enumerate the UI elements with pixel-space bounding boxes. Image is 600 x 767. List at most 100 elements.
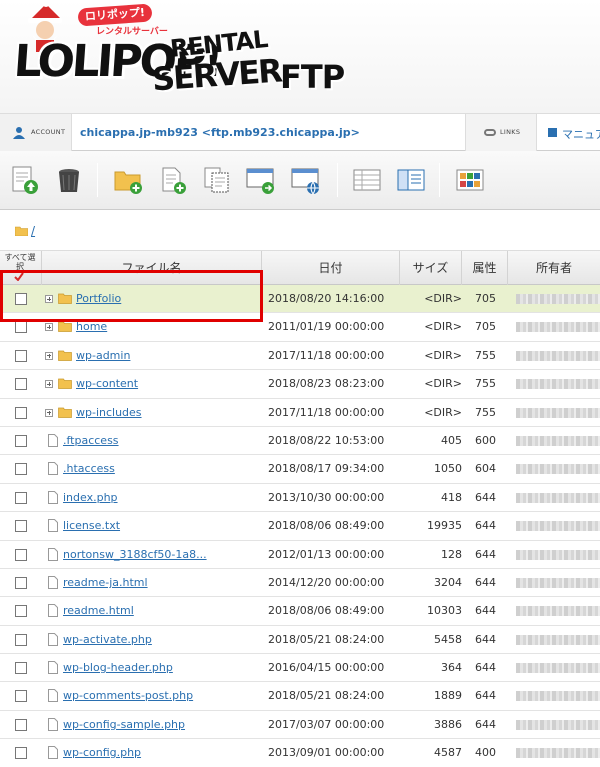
table-row[interactable]: .ftpaccess 2018/08/22 10:53:00 405 600 [0, 426, 600, 456]
file-name-link[interactable]: readme.html [63, 604, 134, 617]
file-name-link[interactable]: wp-config.php [63, 746, 141, 759]
table-row[interactable]: wp-config-sample.php 2017/03/07 00:00:00 3… [0, 710, 600, 740]
folder-icon [58, 378, 72, 390]
file-name-link[interactable]: index.php [63, 491, 118, 504]
file-name-link[interactable]: wp-content [76, 377, 138, 390]
file-name-link[interactable]: wp-config-sample.php [63, 718, 185, 731]
select-all-header[interactable]: すべて選択 [0, 251, 42, 285]
file-permission[interactable]: 644 [475, 633, 496, 646]
file-permission[interactable]: 755 [475, 406, 496, 419]
column-header-perm[interactable]: 属性 [462, 251, 508, 285]
column-header-name[interactable]: ファイル名 [42, 251, 262, 285]
move-icon[interactable] [246, 165, 276, 195]
table-row[interactable]: readme.html 2018/08/06 08:49:00 10303 644 [0, 597, 600, 626]
file-permission[interactable]: 705 [475, 320, 496, 333]
table-row[interactable]: wp-config.php 2013/09/01 00:00:00 4587 400 [0, 739, 600, 767]
account-button[interactable]: ACCOUNT [0, 114, 72, 151]
file-permission[interactable]: 644 [475, 519, 496, 532]
file-permission[interactable]: 400 [475, 746, 496, 759]
table-row[interactable]: wp-comments-post.php 2018/05/21 08:24:00 1… [0, 682, 600, 711]
table-row[interactable]: .htaccess 2018/08/17 09:34:00 1050 604 [0, 455, 600, 484]
expand-icon[interactable] [45, 295, 53, 303]
expand-icon[interactable] [45, 408, 53, 417]
account-label: ACCOUNT [31, 128, 66, 136]
file-name-link[interactable]: readme-ja.html [63, 576, 148, 589]
file-permission[interactable]: 644 [475, 661, 496, 674]
new-folder-icon[interactable] [113, 165, 143, 195]
table-row[interactable]: index.php 2013/10/30 00:00:00 418 644 [0, 483, 600, 513]
row-checkbox[interactable] [15, 633, 27, 646]
table-row[interactable]: readme-ja.html 2014/12/20 00:00:00 3204 644 [0, 568, 600, 598]
file-permission[interactable]: 644 [475, 548, 496, 561]
expand-icon[interactable] [45, 380, 53, 389]
file-date: 2013/10/30 00:00:00 [268, 490, 385, 504]
file-permission[interactable]: 644 [475, 491, 496, 504]
web-open-icon[interactable] [291, 165, 321, 195]
file-name-link[interactable]: wp-blog-header.php [63, 661, 173, 674]
column-header-size[interactable]: サイズ [400, 251, 462, 285]
row-checkbox[interactable] [15, 662, 27, 675]
row-checkbox[interactable] [15, 293, 27, 305]
file-permission[interactable]: 755 [475, 377, 496, 390]
file-name-link[interactable]: wp-comments-post.php [63, 689, 193, 702]
file-permission[interactable]: 644 [475, 689, 496, 702]
file-permission[interactable]: 644 [475, 718, 496, 731]
file-name-link[interactable]: .ftpaccess [63, 434, 119, 447]
row-checkbox[interactable] [15, 747, 27, 760]
trash-icon[interactable] [54, 165, 84, 195]
links-label: LINKS [500, 128, 521, 136]
row-checkbox[interactable] [15, 463, 27, 476]
row-checkbox[interactable] [15, 520, 27, 533]
new-file-icon[interactable] [158, 165, 188, 195]
file-name-link[interactable]: Portfolio [76, 292, 121, 305]
file-date: 2018/08/22 10:53:00 [268, 433, 385, 447]
links-button[interactable]: LINKS [465, 114, 537, 151]
expand-icon[interactable] [45, 323, 53, 332]
row-checkbox[interactable] [15, 406, 27, 419]
row-checkbox[interactable] [15, 548, 27, 561]
file-name-link[interactable]: license.txt [63, 519, 120, 532]
file-permission[interactable]: 604 [475, 462, 496, 475]
file-permission[interactable]: 644 [475, 604, 496, 617]
copy-icon[interactable] [202, 165, 232, 195]
file-name-link[interactable]: wp-includes [76, 406, 142, 419]
row-checkbox[interactable] [15, 491, 27, 504]
table-row[interactable]: wp-content 2018/08/23 08:23:00 <DIR> 755 [0, 370, 600, 399]
file-size: 418 [441, 490, 462, 504]
file-name-link[interactable]: home [76, 320, 107, 333]
table-row[interactable]: Portfolio 2018/08/20 14:16:00 <DIR> 705 [0, 285, 600, 314]
column-header-date[interactable]: 日付 [262, 251, 400, 285]
file-name-link[interactable]: wp-admin [76, 349, 130, 362]
list-view-icon[interactable] [352, 165, 382, 195]
row-checkbox[interactable] [15, 349, 27, 362]
row-checkbox[interactable] [15, 321, 27, 334]
split-view-icon[interactable] [396, 165, 426, 195]
upload-icon[interactable] [10, 165, 40, 195]
current-path-link[interactable]: / [31, 224, 35, 238]
file-name-link[interactable]: .htaccess [63, 462, 115, 475]
column-header-owner[interactable]: 所有者 [508, 251, 600, 285]
table-row[interactable]: license.txt 2018/08/06 08:49:00 19935 644 [0, 512, 600, 541]
expand-icon[interactable] [45, 351, 53, 360]
file-owner-redacted [516, 435, 600, 446]
row-checkbox[interactable] [15, 605, 27, 618]
table-row[interactable]: wp-admin 2017/11/18 00:00:00 <DIR> 755 [0, 341, 600, 371]
table-row[interactable]: nortonsw_3188cf50-1a8... 2012/01/13 00:00… [0, 540, 600, 569]
table-row[interactable]: wp-blog-header.php 2016/04/15 00:00:00 364… [0, 654, 600, 683]
table-row[interactable]: wp-includes 2017/11/18 00:00:00 <DIR> 755 [0, 398, 600, 427]
file-permission[interactable]: 705 [475, 292, 496, 305]
table-row[interactable]: wp-activate.php 2018/05/21 08:24:00 5458 64… [0, 625, 600, 655]
row-checkbox[interactable] [15, 378, 27, 391]
table-row[interactable]: home 2011/01/19 00:00:00 <DIR> 705 [0, 313, 600, 342]
file-permission[interactable]: 755 [475, 349, 496, 362]
file-permission[interactable]: 644 [475, 576, 496, 589]
file-permission[interactable]: 600 [475, 434, 496, 447]
row-checkbox[interactable] [15, 690, 27, 703]
thumbnail-view-icon[interactable] [455, 165, 485, 195]
file-name-link[interactable]: wp-activate.php [63, 633, 152, 646]
row-checkbox[interactable] [15, 434, 27, 447]
manual-link[interactable]: マニュアル [562, 126, 600, 142]
row-checkbox[interactable] [15, 718, 27, 731]
row-checkbox[interactable] [15, 576, 27, 589]
file-name-link[interactable]: nortonsw_3188cf50-1a8... [63, 548, 207, 561]
